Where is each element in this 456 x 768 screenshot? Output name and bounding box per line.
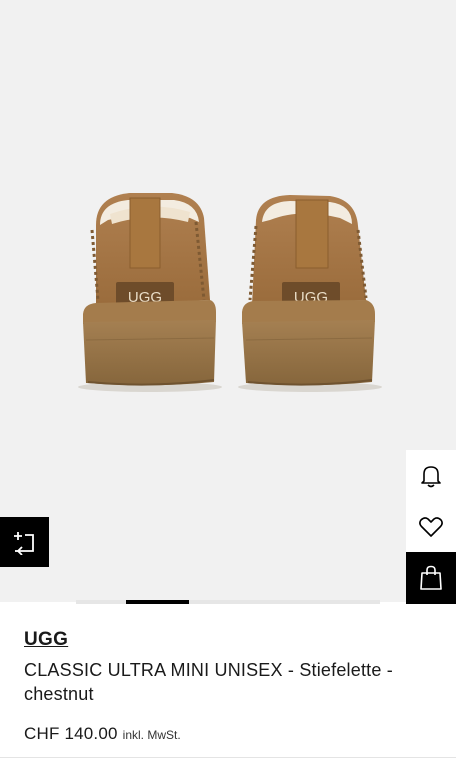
gallery-pagination-active bbox=[126, 600, 189, 604]
product-image: UGG UGG bbox=[78, 193, 382, 392]
product-name: CLASSIC ULTRA MINI UNISEX - Stiefelette … bbox=[24, 660, 393, 704]
product-info: UGG CLASSIC ULTRA MINI UNISEX - Stiefele… bbox=[24, 628, 432, 706]
product-actions bbox=[406, 450, 456, 604]
gallery-pagination[interactable] bbox=[76, 600, 380, 604]
left-boot: UGG bbox=[83, 193, 216, 386]
compare-icon bbox=[13, 532, 34, 555]
product-image-gallery[interactable]: UGG UGG bbox=[0, 0, 456, 602]
product-price: CHF 140.00 bbox=[24, 724, 118, 743]
add-to-bag-button[interactable] bbox=[406, 552, 456, 604]
vat-note: inkl. MwSt. bbox=[122, 728, 181, 742]
compare-button[interactable] bbox=[0, 517, 49, 567]
bell-icon bbox=[421, 465, 441, 487]
price-row: CHF 140.00 inkl. MwSt. bbox=[24, 724, 181, 744]
shopping-bag-icon bbox=[420, 565, 442, 590]
brand-link[interactable]: UGG bbox=[24, 628, 432, 652]
heart-icon bbox=[419, 516, 443, 537]
divider bbox=[0, 757, 456, 758]
wishlist-button[interactable] bbox=[406, 501, 456, 552]
right-boot: UGG bbox=[242, 195, 375, 386]
notify-button[interactable] bbox=[406, 450, 456, 501]
